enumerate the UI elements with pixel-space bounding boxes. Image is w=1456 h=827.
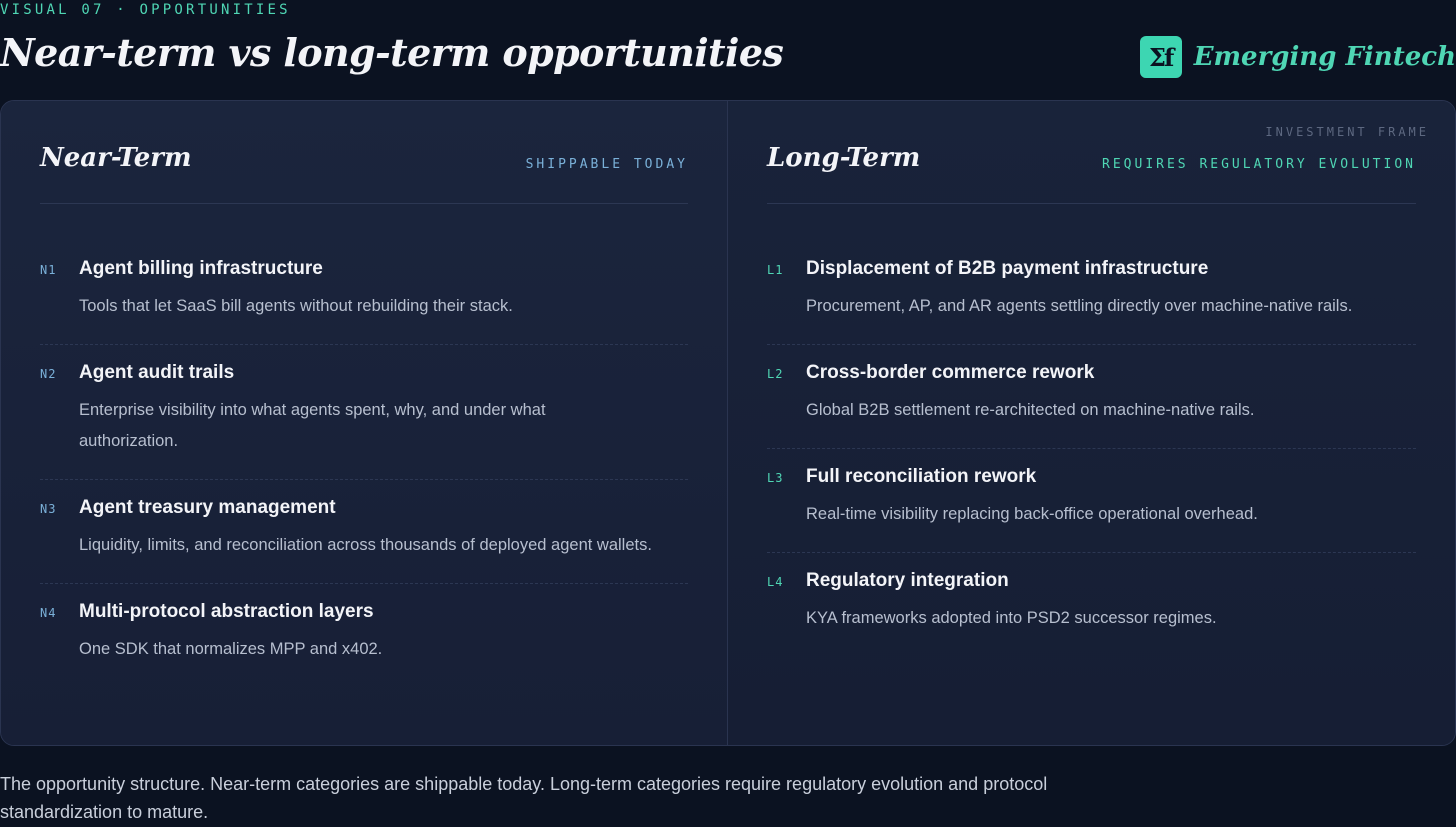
near-term-column: Near-Term SHIPPABLE TODAY N1 Agent billi… [1,101,728,745]
item-title: Full reconciliation rework [806,466,1037,487]
figure-caption: The opportunity structure. Near-term cat… [0,774,1048,822]
item-code: L4 [767,575,784,589]
item-code: L3 [767,471,784,485]
long-term-tag: REQUIRES REGULATORY EVOLUTION [1102,157,1416,172]
near-term-header: Near-Term SHIPPABLE TODAY [40,141,688,204]
list-item: L4 Regulatory integration KYA frameworks… [767,553,1416,656]
item-description: Global B2B settlement re-architected on … [806,401,1255,419]
brand: Σf Emerging Fintech [1139,36,1456,78]
long-term-column: INVESTMENT FRAME Long-Term REQUIRES REGU… [728,101,1455,745]
list-item: N3 Agent treasury management Liquidity, … [40,480,688,584]
item-code: N4 [40,606,57,620]
near-term-list: N1 Agent billing infrastructure Tools th… [40,241,688,687]
list-item: N1 Agent billing infrastructure Tools th… [40,241,688,345]
item-title: Cross-border commerce rework [806,362,1095,383]
page-title: Near-term vs long-term opportunities [0,30,784,75]
item-code: N3 [40,502,57,516]
item-code: L2 [767,367,784,381]
item-code: N1 [40,263,57,277]
long-term-list: L1 Displacement of B2B payment infrastru… [767,241,1416,656]
list-item: L1 Displacement of B2B payment infrastru… [767,241,1416,345]
list-item: L3 Full reconciliation rework Real-time … [767,449,1416,553]
list-item: N2 Agent audit trails Enterprise visibil… [40,345,688,480]
item-description: Tools that let SaaS bill agents without … [79,297,513,315]
item-description: KYA frameworks adopted into PSD2 success… [806,609,1217,627]
near-term-title: Near-Term [40,143,192,173]
near-term-tag: SHIPPABLE TODAY [525,157,688,172]
investment-frame-label: INVESTMENT FRAME [1265,125,1429,139]
item-description: Real-time visibility replacing back-offi… [806,505,1258,523]
brand-logo-icon: Σf [1139,36,1182,78]
long-term-header: Long-Term REQUIRES REGULATORY EVOLUTION [767,141,1416,204]
item-title: Multi-protocol abstraction layers [79,601,374,622]
brand-name: Emerging Fintech [1193,42,1456,72]
item-title: Regulatory integration [806,570,1009,591]
list-item: N4 Multi-protocol abstraction layers One… [40,584,688,687]
item-description: Liquidity, limits, and reconciliation ac… [79,536,652,554]
item-description: One SDK that normalizes MPP and x402. [79,640,383,658]
item-title: Agent billing infrastructure [79,258,323,279]
kicker: VISUAL 07 · OPPORTUNITIES [0,2,291,18]
item-code: N2 [40,367,57,381]
item-title: Agent audit trails [79,362,235,383]
item-description: Enterprise visibility into what agents s… [79,401,546,450]
list-item: L2 Cross-border commerce rework Global B… [767,345,1416,449]
item-description: Procurement, AP, and AR agents settling … [806,297,1353,315]
item-code: L1 [767,263,784,277]
item-title: Displacement of B2B payment infrastructu… [806,258,1209,279]
item-title: Agent treasury management [79,497,336,518]
long-term-title: Long-Term [767,143,921,173]
opportunities-panel: Near-Term SHIPPABLE TODAY N1 Agent billi… [0,100,1456,746]
